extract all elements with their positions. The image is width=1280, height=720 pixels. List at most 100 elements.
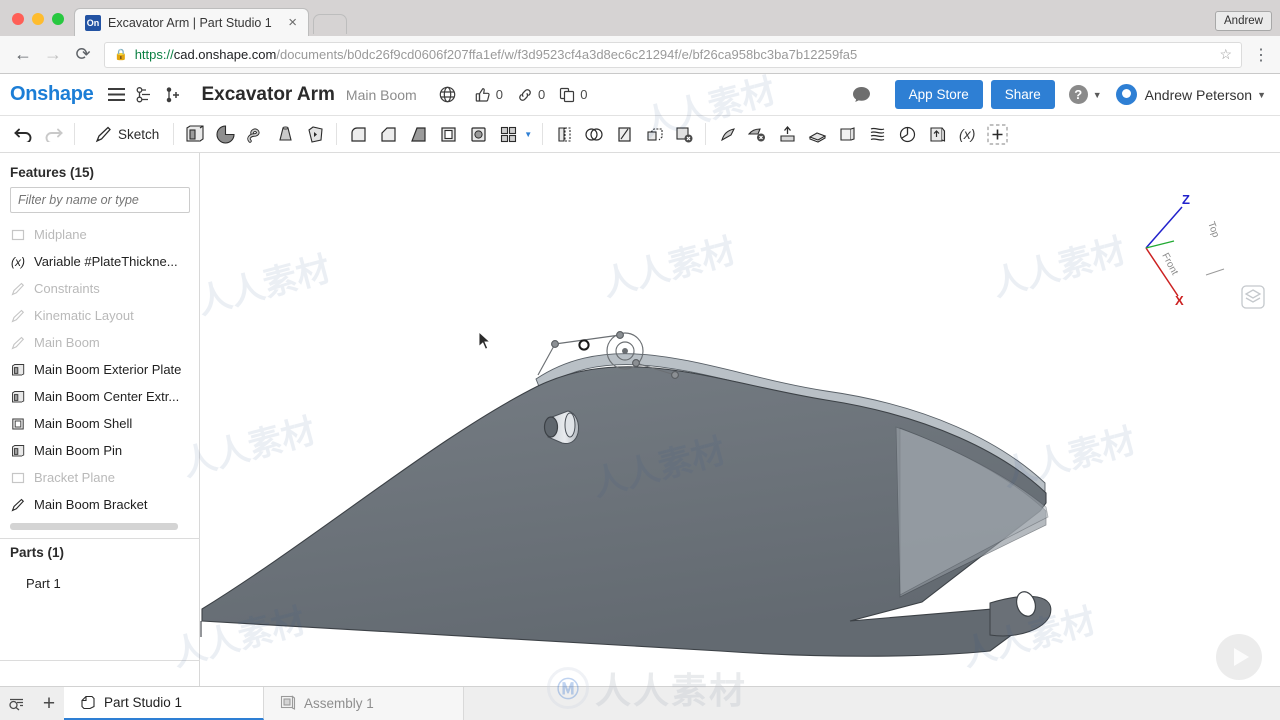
split-icon[interactable] xyxy=(611,121,637,147)
feature-item-bracket-plane[interactable]: Bracket Plane xyxy=(0,464,199,491)
links-stat[interactable]: 0 xyxy=(517,87,545,103)
plane-icon xyxy=(10,470,26,486)
sweep-icon[interactable] xyxy=(242,121,268,147)
feature-item-midplane[interactable]: Midplane xyxy=(0,221,199,248)
feature-filter-input[interactable] xyxy=(10,187,190,213)
help-icon: ? xyxy=(1068,85,1088,104)
feature-item-bracket[interactable]: Main Boom Bracket xyxy=(0,491,199,518)
feature-item-kinematic-layout[interactable]: Kinematic Layout xyxy=(0,302,199,329)
copy-icon xyxy=(560,87,575,102)
likes-stat[interactable]: 0 xyxy=(475,87,503,103)
helix-icon[interactable] xyxy=(894,121,920,147)
extrude-icon[interactable] xyxy=(182,121,208,147)
document-title[interactable]: Excavator Arm xyxy=(201,84,334,106)
boolean-icon[interactable] xyxy=(581,121,607,147)
mirror-icon[interactable] xyxy=(551,121,577,147)
feature-item-pin[interactable]: Main Boom Pin xyxy=(0,437,199,464)
copies-stat[interactable]: 0 xyxy=(559,87,587,103)
user-menu[interactable]: Andrew Peterson ▼ xyxy=(1115,84,1266,105)
linear-pattern-icon[interactable] xyxy=(495,121,521,147)
onshape-logo[interactable]: Onshape xyxy=(10,83,94,106)
delete-face-icon[interactable] xyxy=(744,121,770,147)
loft-icon[interactable] xyxy=(272,121,298,147)
fillet-icon[interactable] xyxy=(345,121,371,147)
draft-icon[interactable] xyxy=(405,121,431,147)
undo-icon[interactable] xyxy=(10,121,36,147)
feature-item-main-boom[interactable]: Main Boom xyxy=(0,329,199,356)
offset-surface-icon[interactable] xyxy=(804,121,830,147)
extrude-icon xyxy=(10,389,26,405)
view-triad[interactable]: Z X Top Front xyxy=(1132,193,1252,308)
parts-header: Parts (1) xyxy=(10,545,65,560)
revolve-icon[interactable] xyxy=(212,121,238,147)
user-chevron-down-icon: ▼ xyxy=(1257,89,1266,100)
chamfer-icon[interactable] xyxy=(375,121,401,147)
display-state-icon[interactable] xyxy=(1240,284,1266,310)
custom-feature-icon[interactable] xyxy=(984,121,1010,147)
thicken-icon[interactable] xyxy=(302,121,328,147)
import-icon[interactable] xyxy=(924,121,950,147)
tab-assembly-1[interactable]: Assembly 1 xyxy=(264,687,464,720)
feature-item-exterior-plate[interactable]: Main Boom Exterior Plate xyxy=(0,356,199,383)
url-path: /documents/b0dc26f9cd0606f207ffa1ef/w/f3… xyxy=(276,47,858,62)
bookmark-star-icon[interactable]: ☆ xyxy=(1211,46,1232,63)
feature-label: Main Boom Bracket xyxy=(34,497,148,512)
element-search-icon[interactable] xyxy=(0,687,34,720)
reload-icon[interactable]: ⟳ xyxy=(68,40,98,70)
main-menu-icon[interactable] xyxy=(103,82,129,108)
close-tab-icon[interactable]: × xyxy=(285,15,300,30)
address-bar[interactable]: 🔒 https:// cad.onshape.com /documents/b0… xyxy=(104,41,1242,68)
minimize-window-button[interactable] xyxy=(32,13,44,25)
plane-icon[interactable] xyxy=(834,121,860,147)
maximize-window-button[interactable] xyxy=(52,13,64,25)
features-horizontal-scrollbar[interactable] xyxy=(10,523,178,530)
feature-label: Main Boom Shell xyxy=(34,416,133,431)
link-icon xyxy=(519,88,531,101)
shell-icon[interactable] xyxy=(435,121,461,147)
feature-list: Midplane (x) Variable #PlateThickne... C… xyxy=(0,221,199,566)
toolbar-divider-3 xyxy=(336,123,338,145)
feature-item-shell[interactable]: Main Boom Shell xyxy=(0,410,199,437)
share-button[interactable]: Share xyxy=(990,80,1055,109)
back-icon[interactable]: ← xyxy=(8,40,38,70)
close-window-button[interactable] xyxy=(12,13,24,25)
workspace-name[interactable]: Main Boom xyxy=(346,87,417,103)
globe-icon[interactable] xyxy=(435,82,461,108)
graphics-viewport[interactable]: Z X Top Front xyxy=(200,153,1280,686)
add-element-button[interactable]: + xyxy=(34,687,64,720)
feature-label: Variable #PlateThickne... xyxy=(34,254,178,269)
browser-tab[interactable]: On Excavator Arm | Part Studio 1 × xyxy=(74,8,309,36)
tab-part-studio-1[interactable]: Part Studio 1 xyxy=(64,687,264,720)
feature-item-variable[interactable]: (x) Variable #PlateThickne... xyxy=(0,248,199,275)
sketch-button[interactable]: Sketch xyxy=(87,126,167,143)
browser-profile-chip[interactable]: Andrew xyxy=(1215,11,1272,31)
app-store-button[interactable]: App Store xyxy=(894,80,983,109)
browser-address-toolbar: ← → ⟳ 🔒 https:// cad.onshape.com /docume… xyxy=(0,36,1280,74)
curve-icon[interactable] xyxy=(864,121,890,147)
new-tab-button[interactable] xyxy=(313,14,347,34)
replace-face-icon[interactable] xyxy=(774,121,800,147)
sketch-icon xyxy=(10,497,26,513)
play-button-overlay[interactable] xyxy=(1216,634,1262,680)
comment-icon[interactable] xyxy=(849,82,875,108)
toolbar-divider-2 xyxy=(173,123,175,145)
feature-label: Kinematic Layout xyxy=(34,308,134,323)
feature-item-constraints[interactable]: Constraints xyxy=(0,275,199,302)
delete-part-icon[interactable] xyxy=(671,121,697,147)
assembly-icon xyxy=(280,694,296,713)
plane-icon xyxy=(10,227,26,243)
variable-icon[interactable]: (x) xyxy=(954,121,980,147)
hole-icon[interactable] xyxy=(465,121,491,147)
sketch-icon xyxy=(10,335,26,351)
version-history-icon[interactable] xyxy=(132,82,158,108)
help-menu[interactable]: ? ▼ xyxy=(1068,85,1102,104)
move-face-icon[interactable] xyxy=(714,121,740,147)
feature-item-center-extrude[interactable]: Main Boom Center Extr... xyxy=(0,383,199,410)
browser-menu-icon[interactable]: ⋮ xyxy=(1250,45,1272,65)
add-version-icon[interactable] xyxy=(161,82,187,108)
pattern-chevron-down-icon[interactable]: ▼ xyxy=(524,130,532,139)
part-list-item[interactable]: Part 1 xyxy=(26,576,61,591)
sketch-icon xyxy=(10,281,26,297)
transform-icon[interactable] xyxy=(641,121,667,147)
axis-label-x: X xyxy=(1175,293,1184,308)
